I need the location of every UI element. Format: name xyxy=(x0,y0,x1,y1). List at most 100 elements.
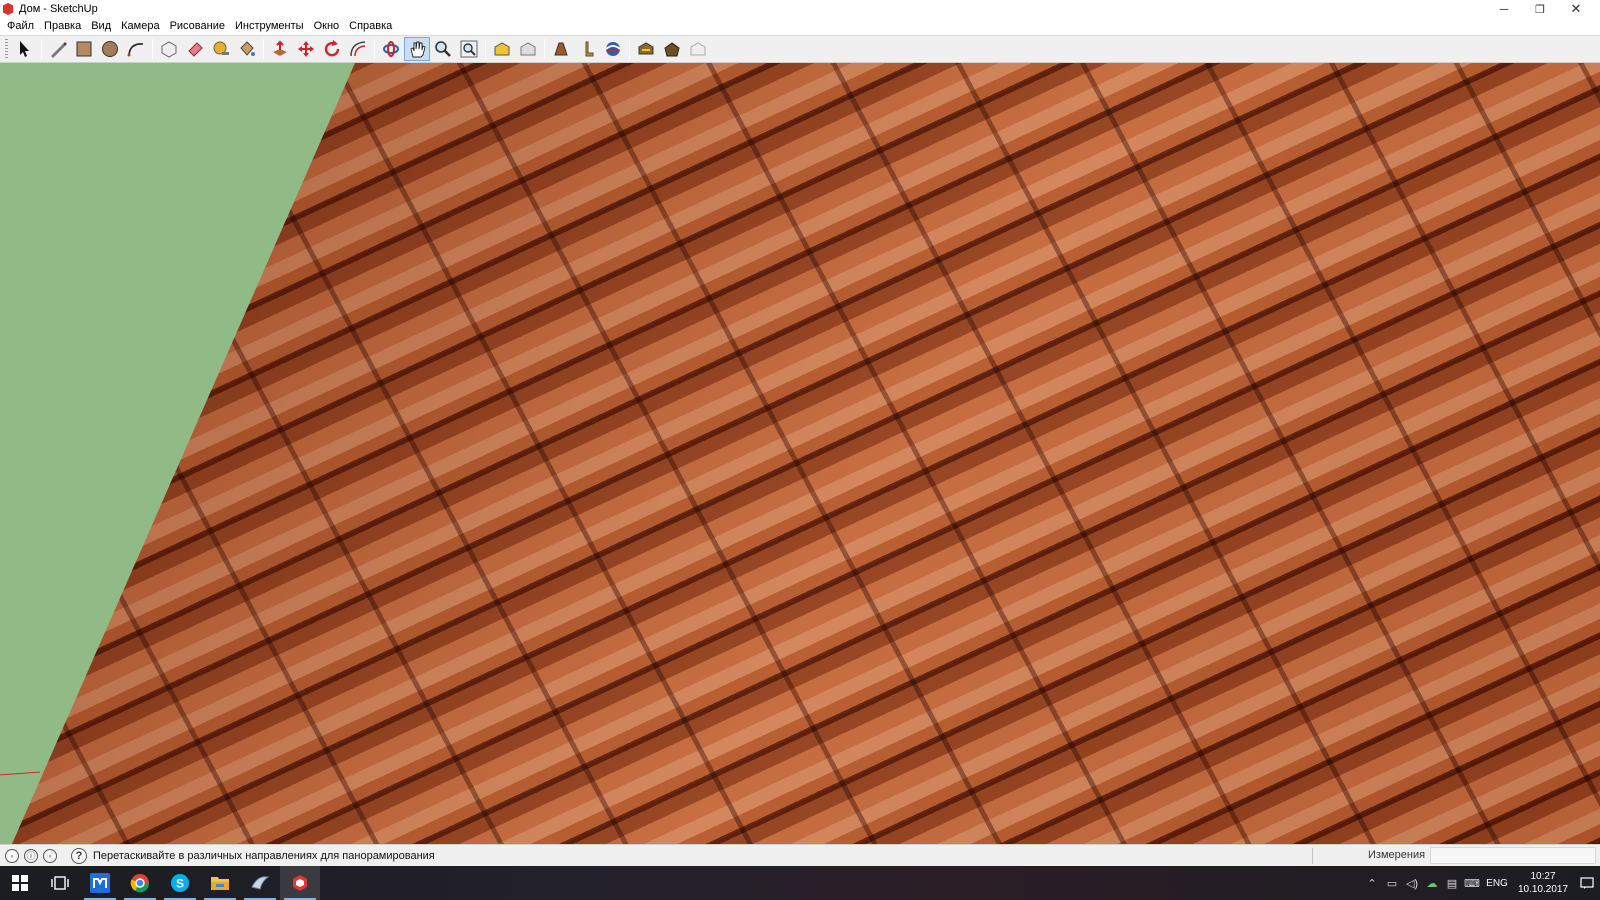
extensions-icon xyxy=(690,42,706,56)
network-icon[interactable]: ▭ xyxy=(1382,866,1402,900)
menu-tools[interactable]: Инструменты xyxy=(230,18,309,35)
minimize-button[interactable]: ─ xyxy=(1486,0,1522,18)
measurements-label: Измерения xyxy=(1368,849,1426,861)
line-tool-button[interactable] xyxy=(45,37,71,61)
clock-time: 10:27 xyxy=(1530,871,1556,882)
make-component-button[interactable] xyxy=(156,37,182,61)
drawing-viewport[interactable] xyxy=(0,63,1600,844)
notification-icon xyxy=(1580,877,1594,889)
input-language[interactable]: ENG xyxy=(1482,878,1512,889)
keyboard-icon[interactable]: ⌨ xyxy=(1462,866,1482,900)
status-hint-text: Перетаскивайте в различных направлениях … xyxy=(93,849,435,862)
menu-file[interactable]: Файл xyxy=(2,18,39,35)
menu-camera[interactable]: Камера xyxy=(116,18,164,35)
status-bar: ◦ ⓘ ◦ ? Перетаскивайте в различных напра… xyxy=(0,844,1600,866)
paint-bucket-icon xyxy=(240,41,255,56)
offset-tool-button[interactable] xyxy=(345,37,371,61)
section-plane-button[interactable] xyxy=(659,37,685,61)
start-button[interactable] xyxy=(0,866,40,900)
zoom-tool-button[interactable] xyxy=(430,37,456,61)
file-explorer-icon xyxy=(211,877,229,890)
orbit-tool-button[interactable] xyxy=(378,37,404,61)
sketchup-app-icon xyxy=(3,3,13,15)
section-plane-icon xyxy=(664,42,680,57)
maximize-button[interactable]: ❐ xyxy=(1522,0,1558,18)
skype-icon: S xyxy=(171,874,189,892)
push-pull-button[interactable] xyxy=(267,37,293,61)
walk-button[interactable] xyxy=(633,37,659,61)
rotate-icon xyxy=(324,40,340,57)
toolbar-separator xyxy=(544,39,545,59)
app-m-icon xyxy=(90,873,110,893)
pan-tool-button[interactable] xyxy=(404,37,430,61)
move-tool-button[interactable] xyxy=(293,37,319,61)
push-pull-icon xyxy=(273,40,287,56)
rectangle-tool-button[interactable] xyxy=(71,37,97,61)
main-toolbar xyxy=(0,35,1600,63)
circle-icon xyxy=(102,41,118,57)
menu-view[interactable]: Вид xyxy=(86,18,116,35)
circle-tool-button[interactable] xyxy=(97,37,123,61)
credits-icon[interactable]: ⓘ xyxy=(24,848,38,863)
arc-tool-button[interactable] xyxy=(123,37,149,61)
taskbar-app-bird[interactable] xyxy=(240,866,280,900)
user-account-icon[interactable]: ◦ xyxy=(43,848,57,863)
offset-icon xyxy=(350,41,366,57)
position-camera-button[interactable] xyxy=(574,37,600,61)
notifications-button[interactable] xyxy=(1574,866,1600,900)
status-divider xyxy=(1312,848,1313,864)
taskbar-app-m[interactable] xyxy=(80,866,120,900)
menu-window[interactable]: Окно xyxy=(309,18,345,35)
geolocation-icon[interactable]: ◦ xyxy=(5,848,19,863)
menu-help[interactable]: Справка xyxy=(344,18,397,35)
share-model-button[interactable] xyxy=(515,37,541,61)
message-icon[interactable]: ▤ xyxy=(1442,866,1462,900)
window-title: Дом - SketchUp xyxy=(19,3,98,15)
clock[interactable]: 10:27 10.10.2017 xyxy=(1512,870,1574,896)
share-model-icon xyxy=(520,42,536,56)
rotate-tool-button[interactable] xyxy=(319,37,345,61)
toolbar-separator xyxy=(41,39,42,59)
show-hidden-icons-icon[interactable]: ⌃ xyxy=(1362,866,1382,900)
line-pencil-icon xyxy=(51,42,67,58)
taskbar-skype[interactable]: S xyxy=(160,866,200,900)
taskbar-sketchup[interactable] xyxy=(280,866,320,900)
look-around-button[interactable] xyxy=(600,37,626,61)
system-tray: ⌃ ▭ ◁) ☁ ▤ ⌨ ENG 10:27 10.10.2017 xyxy=(1362,866,1600,900)
paint-bucket-button[interactable] xyxy=(234,37,260,61)
help-icon[interactable]: ? xyxy=(71,847,87,864)
pan-icon xyxy=(410,41,426,58)
zoom-extents-icon xyxy=(460,40,478,58)
orbit-icon xyxy=(383,41,399,57)
zoom-extents-button[interactable] xyxy=(456,37,482,61)
cloud-sync-icon[interactable]: ☁ xyxy=(1422,866,1442,900)
app-bird-icon xyxy=(251,876,270,890)
eraser-tool-button[interactable] xyxy=(182,37,208,61)
zoom-icon xyxy=(435,41,451,57)
title-bar: Дом - SketchUp ─ ❐ ✕ xyxy=(0,0,1600,18)
arc-icon xyxy=(127,43,144,57)
extension-warehouse-button[interactable] xyxy=(548,37,574,61)
chrome-icon xyxy=(130,874,150,893)
measurements-input[interactable] xyxy=(1430,847,1596,864)
extensions-button[interactable] xyxy=(685,37,711,61)
windows-taskbar: S ⌃ ▭ ◁) ☁ ▤ ⌨ ENG 10:27 10.10.2017 xyxy=(0,866,1600,900)
select-tool-button[interactable] xyxy=(12,37,38,61)
taskbar-chrome[interactable] xyxy=(120,866,160,900)
warehouse-button[interactable] xyxy=(489,37,515,61)
menu-draw[interactable]: Рисование xyxy=(165,18,230,35)
menu-bar: Файл Правка Вид Камера Рисование Инструм… xyxy=(0,18,1600,35)
close-button[interactable]: ✕ xyxy=(1558,0,1594,18)
tape-measure-button[interactable] xyxy=(208,37,234,61)
sketchup-icon xyxy=(293,875,307,891)
taskbar-file-explorer[interactable] xyxy=(200,866,240,900)
menu-edit[interactable]: Правка xyxy=(39,18,86,35)
warehouse-icon xyxy=(494,42,510,56)
extension-warehouse-icon xyxy=(554,42,568,56)
make-component-icon xyxy=(161,41,177,58)
toolbar-separator xyxy=(152,39,153,59)
toolbar-separator xyxy=(485,39,486,59)
volume-icon[interactable]: ◁) xyxy=(1402,866,1422,900)
task-view-button[interactable] xyxy=(40,866,80,900)
toolbar-grip[interactable] xyxy=(5,39,8,59)
